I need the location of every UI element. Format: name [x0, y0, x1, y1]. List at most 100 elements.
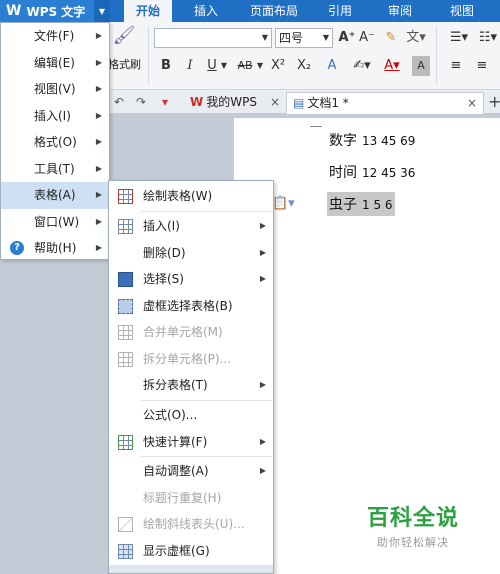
menu-item-view[interactable]: 视图(V) ▶ — [1, 76, 109, 103]
submenu-arrow-icon: ▶ — [95, 137, 102, 146]
chevron-down-icon[interactable]: ▼ — [256, 56, 264, 76]
submenu-item-auto-fit[interactable]: 自动调整(A) ▶ — [109, 458, 273, 485]
text-effect-icon[interactable]: A — [322, 56, 342, 76]
subscript-button[interactable]: X₂ — [294, 56, 314, 76]
tab-view[interactable]: 视图 — [440, 0, 484, 22]
menu-item-label: 格式(O) — [34, 135, 77, 149]
superscript-button[interactable]: X² — [268, 56, 288, 76]
italic-button[interactable]: I — [183, 56, 197, 76]
submenu-item-label: 显示虚框(G) — [143, 543, 210, 558]
submenu-item-label: 拆分单元格(P)... — [143, 351, 232, 366]
submenu-item-label: 绘制斜线表头(U)... — [143, 517, 245, 531]
submenu-item-label: 快速计算(F) — [143, 434, 208, 449]
menu-item-label: 帮助(H) — [34, 241, 77, 255]
chevron-down-icon[interactable]: ▼ — [321, 28, 331, 48]
submenu-item-merge-cells: 合并单元格(M) — [109, 319, 273, 346]
submenu-item-split-table[interactable]: 拆分表格(T) ▶ — [109, 372, 273, 399]
tab-insert[interactable]: 插入 — [184, 0, 228, 22]
paste-options-icon[interactable]: 📋▾ — [272, 196, 295, 211]
split-cells-icon — [118, 351, 133, 367]
font-color-icon[interactable]: A▾ — [380, 56, 404, 76]
undo-icon[interactable]: ↶ — [114, 93, 124, 111]
menu-item-label: 编辑(E) — [34, 55, 75, 70]
numbered-list-icon[interactable]: ☷▾ — [476, 28, 500, 48]
tab-references[interactable]: 引用 — [320, 0, 360, 22]
tab-document1[interactable]: ▤ 文档1 * × — [286, 92, 484, 114]
submenu-item-repeat-header-row: 标题行重复(H) — [109, 485, 273, 512]
submenu-item-delete[interactable]: 删除(D) ▶ — [109, 240, 273, 267]
menu-item-edit[interactable]: 编辑(E) ▶ — [1, 50, 109, 77]
menu-item-label: 表格(A) — [34, 188, 76, 202]
customize-quick-access-icon[interactable]: ▾ — [162, 93, 168, 111]
chevron-down-icon[interactable]: ▼ — [220, 56, 228, 76]
format-painter-label[interactable]: 格式刷 — [108, 56, 141, 72]
tab-review[interactable]: 审阅 — [378, 0, 422, 22]
format-painter-icon[interactable]: 🖌 — [112, 26, 136, 46]
menu-item-label: 工具(T) — [34, 161, 75, 176]
menu-item-file[interactable]: 文件(F) ▶ — [1, 23, 109, 50]
close-icon[interactable]: × — [270, 92, 280, 112]
submenu-item-quick-calc[interactable]: 快速计算(F) ▶ — [109, 429, 273, 456]
submenu-item-show-gridlines[interactable]: 显示虚框(G) — [109, 538, 273, 565]
submenu-item-formula[interactable]: 公式(O)... — [109, 402, 273, 429]
font-name-select[interactable] — [154, 28, 272, 48]
tab-start[interactable]: 开始 — [124, 0, 172, 22]
shrink-font-icon[interactable]: A⁻ — [358, 28, 376, 48]
submenu-item-draw-table[interactable]: 绘制表格(W) — [109, 183, 273, 210]
underline-button[interactable]: U — [204, 56, 220, 76]
insert-table-icon — [118, 219, 133, 234]
submenu-item-insert[interactable]: 插入(I) ▶ — [109, 213, 273, 240]
show-gridlines-icon — [118, 543, 133, 559]
new-tab-icon[interactable]: + — [488, 93, 500, 111]
close-icon[interactable]: × — [467, 93, 477, 113]
submenu-item-label: 自动调整(A) — [143, 464, 209, 478]
watermark-title: 百科全说 — [366, 506, 459, 531]
menu-separator — [141, 400, 271, 401]
align-center-icon[interactable]: ≡ — [472, 56, 492, 76]
margin-mark — [310, 126, 322, 127]
submenu-item-label: 绘制表格(W) — [143, 189, 213, 203]
tab-page-layout[interactable]: 页面布局 — [240, 0, 308, 22]
submenu-item-select[interactable]: 选择(S) ▶ — [109, 266, 273, 293]
chevron-down-icon[interactable]: ▼ — [260, 28, 270, 48]
char-shading-icon[interactable]: A — [412, 56, 430, 76]
submenu-arrow-icon: ▶ — [95, 216, 102, 226]
submenu-arrow-icon: ▶ — [259, 380, 266, 389]
highlight-icon[interactable]: ✍▾ — [350, 56, 374, 76]
tab-my-wps[interactable]: W 我的WPS × — [184, 92, 284, 114]
clear-format-icon[interactable]: ✎ — [382, 28, 400, 48]
submenu-item-dashed-select-table[interactable]: 虚框选择表格(B) — [109, 293, 273, 320]
menu-item-insert[interactable]: 插入(I) ▶ — [1, 103, 109, 130]
line-label: 虫子 — [329, 197, 357, 213]
wps-app-menu-button[interactable]: W WPS 文字 ▼ — [0, 0, 110, 22]
bold-button[interactable]: B — [158, 56, 174, 76]
menu-separator — [141, 211, 271, 212]
align-left-icon[interactable]: ≡ — [446, 56, 466, 76]
bullet-list-icon[interactable]: ☰▾ — [446, 28, 472, 48]
chevron-down-icon[interactable]: ▼ — [94, 0, 110, 22]
tab-my-wps-label: 我的WPS — [206, 95, 257, 109]
ribbon-divider — [436, 26, 437, 84]
menu-item-table[interactable]: 表格(A) ▶ — [1, 182, 109, 209]
submenu-item-label: 拆分表格(T) — [143, 378, 208, 392]
menu-item-tools[interactable]: 工具(T) ▶ — [1, 156, 109, 183]
menu-item-format[interactable]: 格式(O) ▶ — [1, 129, 109, 156]
document-line: 数字 13 45 69 — [329, 130, 415, 150]
diagonal-header-icon — [118, 517, 133, 532]
menu-item-window[interactable]: 窗口(W) ▶ — [1, 209, 109, 236]
dashed-select-icon — [118, 298, 133, 314]
menu-item-label: 插入(I) — [34, 108, 71, 123]
document-line: 时间 12 45 36 — [329, 162, 415, 182]
redo-icon[interactable]: ↷ — [136, 93, 146, 111]
menu-item-help[interactable]: ? 帮助(H) ▶ — [1, 235, 109, 262]
submenu-item-label: 插入(I) — [143, 219, 180, 233]
strikethrough-button[interactable]: AB — [234, 56, 256, 76]
menu-item-label: 文件(F) — [34, 29, 75, 43]
pinyin-guide-icon[interactable]: 文▾ — [404, 28, 428, 48]
submenu-arrow-icon: ▶ — [95, 84, 102, 93]
submenu-item-label: 标题行重复(H) — [143, 490, 222, 505]
submenu-item-label: 合并单元格(M) — [143, 325, 223, 339]
select-table-icon — [118, 272, 133, 287]
menu-item-label: 窗口(W) — [34, 214, 80, 229]
grow-font-icon[interactable]: A⁺ — [338, 28, 356, 48]
